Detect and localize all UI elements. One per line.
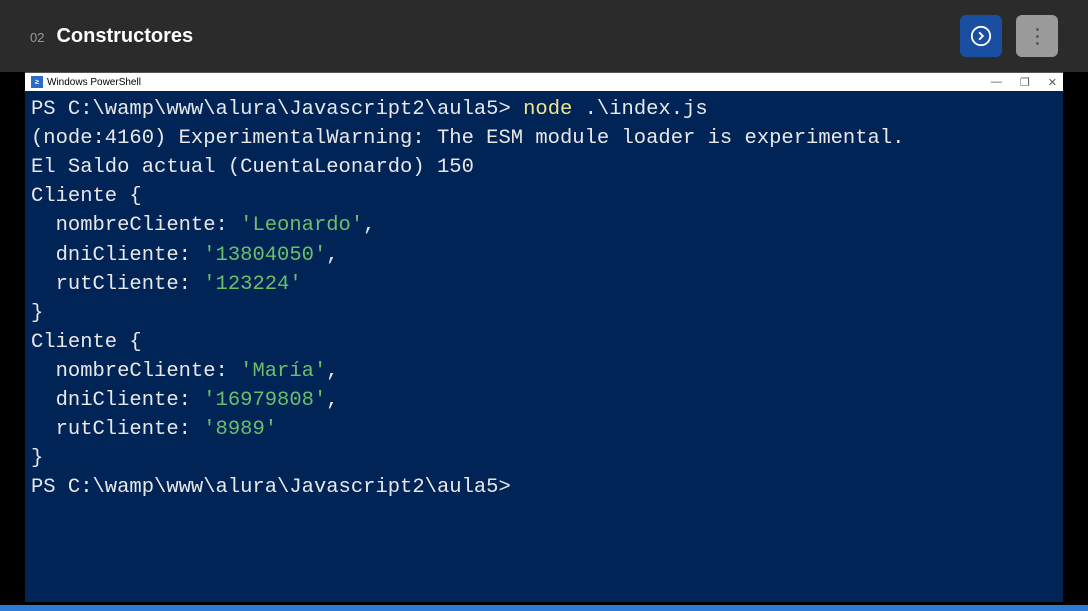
close-button[interactable]: ✕ (1048, 76, 1057, 89)
header-bar: 02 Constructores (0, 0, 1088, 72)
terminal-line: } (31, 444, 1057, 473)
terminal-line: PS C:\wamp\www\alura\Javascript2\aula5> (31, 473, 1057, 502)
terminal-line: rutCliente: '8989' (31, 415, 1057, 444)
maximize-button[interactable]: ❐ (1020, 76, 1030, 89)
lesson-title: Constructores (56, 25, 193, 48)
powershell-window: ≥ Windows PowerShell — ❐ ✕ PS C:\wamp\ww… (25, 72, 1063, 602)
powershell-icon: ≥ (31, 76, 43, 88)
terminal-line: (node:4160) ExperimentalWarning: The ESM… (31, 124, 1057, 153)
terminal-line: Cliente { (31, 182, 1057, 211)
terminal-line: nombreCliente: 'Leonardo', (31, 211, 1057, 240)
lesson-number: 02 (30, 30, 44, 45)
terminal-output[interactable]: PS C:\wamp\www\alura\Javascript2\aula5> … (25, 91, 1063, 602)
progress-bar[interactable] (0, 605, 1088, 611)
window-controls: — ❐ ✕ (991, 76, 1057, 89)
more-options-button[interactable] (1016, 15, 1058, 57)
terminal-line: nombreCliente: 'María', (31, 357, 1057, 386)
header-actions (960, 15, 1058, 57)
window-titlebar[interactable]: ≥ Windows PowerShell — ❐ ✕ (25, 73, 1063, 91)
window-title: Windows PowerShell (47, 77, 141, 88)
titlebar-left: ≥ Windows PowerShell (31, 76, 141, 88)
terminal-line: PS C:\wamp\www\alura\Javascript2\aula5> … (31, 95, 1057, 124)
terminal-line: Cliente { (31, 328, 1057, 357)
arrow-right-circle-icon (970, 25, 992, 47)
minimize-button[interactable]: — (991, 76, 1002, 89)
terminal-line: rutCliente: '123224' (31, 270, 1057, 299)
terminal-line: El Saldo actual (CuentaLeonardo) 150 (31, 153, 1057, 182)
vertical-dots-icon (1036, 28, 1039, 45)
next-button[interactable] (960, 15, 1002, 57)
terminal-line: } (31, 299, 1057, 328)
terminal-line: dniCliente: '16979808', (31, 386, 1057, 415)
lesson-title-group: 02 Constructores (30, 25, 193, 48)
terminal-line: dniCliente: '13804050', (31, 241, 1057, 270)
